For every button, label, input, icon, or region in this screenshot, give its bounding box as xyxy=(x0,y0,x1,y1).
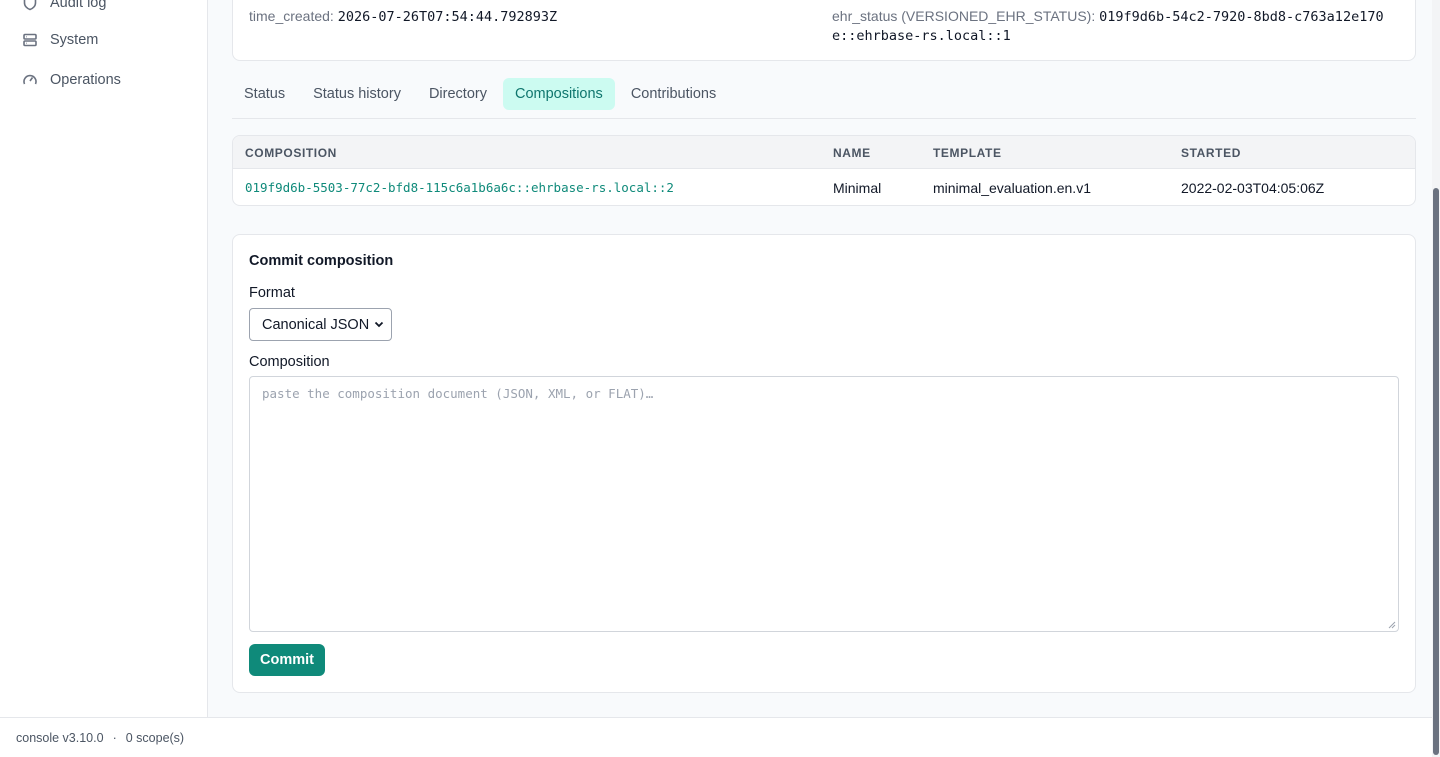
time-created: time_created: 2026-07-26T07:54:44.792893… xyxy=(249,6,557,27)
server-icon xyxy=(23,33,37,47)
sidebar-item-operations[interactable]: Operations xyxy=(22,69,121,91)
scrollbar-track[interactable] xyxy=(1432,0,1440,757)
commit-composition-card: Commit composition Format Canonical JSON… xyxy=(232,234,1416,693)
column-header-composition: COMPOSITION xyxy=(245,145,337,160)
shield-icon xyxy=(23,0,37,11)
main-content: time_created: 2026-07-26T07:54:44.792893… xyxy=(208,0,1432,717)
tab-status-history[interactable]: Status history xyxy=(301,78,413,110)
commit-title: Commit composition xyxy=(249,253,394,269)
ehr-status-value-cont: e::ehrbase-rs.local::1 xyxy=(832,28,1011,44)
composition-label: Composition xyxy=(249,354,330,370)
composition-placeholder: paste the composition document (JSON, XM… xyxy=(262,386,654,401)
format-select-value: Canonical JSON xyxy=(262,316,370,333)
sidebar-item-label: Operations xyxy=(50,72,121,88)
ehr-status-key: ehr_status (VERSIONED_EHR_STATUS): xyxy=(832,8,1096,24)
sidebar: Audit log System Operations xyxy=(0,0,208,717)
time-created-key: time_created: xyxy=(249,8,334,24)
ehr-tabs: Status Status history Directory Composit… xyxy=(232,78,728,110)
resize-handle-icon[interactable] xyxy=(1388,621,1396,629)
scrollbar-thumb[interactable] xyxy=(1433,188,1439,755)
column-header-name: NAME xyxy=(833,145,871,160)
format-select[interactable]: Canonical JSON xyxy=(249,308,392,341)
composition-started: 2022-02-03T04:05:06Z xyxy=(1181,179,1325,196)
format-label: Format xyxy=(249,285,295,301)
sidebar-item-label: System xyxy=(50,32,99,48)
sidebar-item-system[interactable]: System xyxy=(22,29,98,51)
column-header-started: STARTED xyxy=(1181,145,1241,160)
composition-link[interactable]: 019f9d6b-5503-77c2-bfd8-115c6a1b6a6c::eh… xyxy=(245,169,674,205)
composition-textarea[interactable]: paste the composition document (JSON, XM… xyxy=(249,376,1399,632)
chevron-down-icon xyxy=(374,321,384,328)
sidebar-item-audit-log[interactable]: Audit log xyxy=(22,0,106,14)
time-created-value: 2026-07-26T07:54:44.792893Z xyxy=(337,9,558,25)
footer-separator: · xyxy=(112,730,117,745)
console-version: console v3.10.0 xyxy=(16,730,104,745)
tab-directory[interactable]: Directory xyxy=(417,78,499,110)
scope-count: 0 scope(s) xyxy=(125,730,185,745)
tab-status[interactable]: Status xyxy=(232,78,297,110)
sidebar-item-label: Audit log xyxy=(50,0,107,11)
footer: console v3.10.0 · 0 scope(s) xyxy=(0,717,1432,757)
composition-template: minimal_evaluation.en.v1 xyxy=(933,179,1091,196)
column-header-template: TEMPLATE xyxy=(933,145,1002,160)
ehr-status-value: 019f9d6b-54c2-7920-8bd8-c763a12e170 xyxy=(1099,9,1384,25)
composition-name: Minimal xyxy=(833,179,882,196)
tab-contributions[interactable]: Contributions xyxy=(619,78,728,110)
commit-button[interactable]: Commit xyxy=(249,644,325,676)
ehr-status: ehr_status (VERSIONED_EHR_STATUS): 019f9… xyxy=(832,6,1384,27)
compositions-table: COMPOSITION NAME TEMPLATE STARTED 019f9d… xyxy=(232,135,1416,206)
ehr-meta-card: time_created: 2026-07-26T07:54:44.792893… xyxy=(232,0,1416,61)
table-row: 019f9d6b-5503-77c2-bfd8-115c6a1b6a6c::eh… xyxy=(233,169,1415,205)
gauge-icon xyxy=(23,74,37,85)
tabs-divider xyxy=(232,118,1416,119)
tab-compositions[interactable]: Compositions xyxy=(502,78,615,110)
table-header: COMPOSITION NAME TEMPLATE STARTED xyxy=(233,136,1415,169)
